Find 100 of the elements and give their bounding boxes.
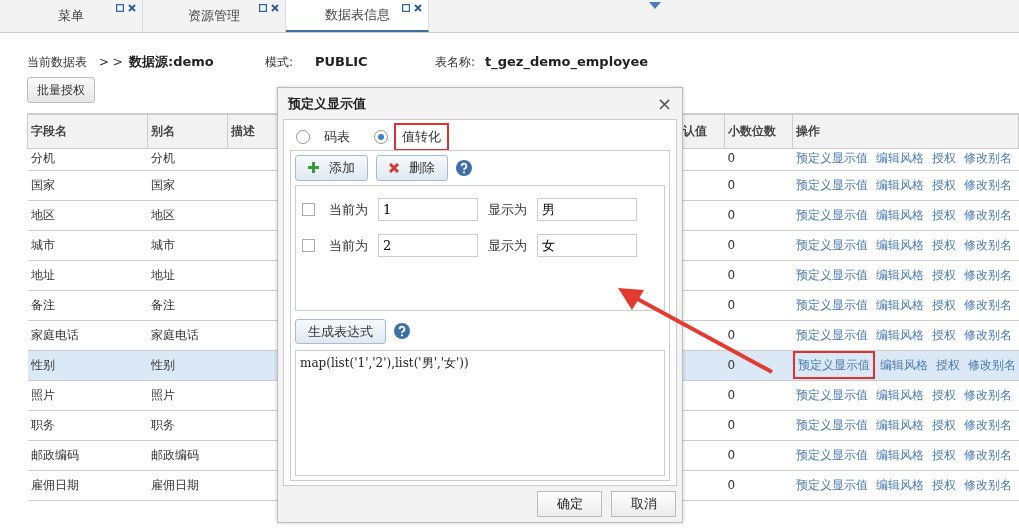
table-cell: 0 <box>724 290 793 320</box>
action-link[interactable]: 预定义显示值 <box>795 238 868 252</box>
table-cell: 国家 <box>147 170 228 200</box>
action-link[interactable]: 授权 <box>931 178 956 192</box>
action-link[interactable]: 预定义显示值 <box>795 150 868 165</box>
table-cell: 城市 <box>147 230 228 260</box>
maximize-icon[interactable] <box>116 4 124 12</box>
action-link[interactable]: 修改别名 <box>963 178 1012 192</box>
action-link[interactable]: 修改别名 <box>963 268 1012 282</box>
dialog-title: 预定义显示值 <box>288 94 366 113</box>
action-link[interactable]: 编辑风格 <box>875 298 924 312</box>
table-cell: 邮政编码 <box>27 440 148 470</box>
action-link[interactable]: 授权 <box>931 388 956 402</box>
input-field[interactable]: 2 <box>378 234 478 257</box>
close-button[interactable]: × <box>656 90 672 117</box>
label: 当前数据表 <box>27 54 88 71</box>
table-cell: 分机 <box>27 148 148 170</box>
action-link[interactable]: 授权 <box>931 298 956 312</box>
generate-expression-button[interactable]: 生成表达式 <box>295 318 386 344</box>
table-cell: 照片 <box>27 380 148 410</box>
action-link[interactable]: 授权 <box>931 418 956 432</box>
action-link[interactable]: 预定义显示值 <box>795 388 868 402</box>
radio-button[interactable] <box>296 130 310 144</box>
action-link[interactable]: 预定义显示值 <box>795 268 868 282</box>
table-cell: 家庭电话 <box>147 320 228 350</box>
action-link[interactable]: 授权 <box>931 208 956 222</box>
dropdown-icon[interactable] <box>649 2 661 10</box>
expression-field[interactable]: map(list('1','2'),list('男','女')) <box>295 350 665 476</box>
action-link[interactable]: 预定义显示值 <box>795 354 872 376</box>
table-name-value: t_gez_demo_employee <box>485 53 649 72</box>
action-link[interactable]: 修改别名 <box>967 358 1016 372</box>
action-link[interactable]: 预定义显示值 <box>795 478 868 492</box>
help-icon[interactable] <box>394 323 410 340</box>
plus-icon <box>308 162 319 174</box>
action-link[interactable]: 编辑风格 <box>875 150 924 165</box>
table-cell: 性别 <box>27 350 148 380</box>
checkbox[interactable] <box>302 203 315 216</box>
action-link[interactable]: 修改别名 <box>963 208 1012 222</box>
table-cell: 0 <box>724 148 793 170</box>
action-link[interactable]: 编辑风格 <box>875 388 924 402</box>
action-link[interactable]: 编辑风格 <box>879 358 928 372</box>
action-link[interactable]: 授权 <box>931 478 956 492</box>
action-link[interactable]: 编辑风格 <box>875 268 924 282</box>
close-icon[interactable] <box>414 4 422 12</box>
table-cell: 0 <box>724 260 793 290</box>
radio-button[interactable] <box>374 130 388 144</box>
input-field[interactable]: 1 <box>378 198 478 221</box>
action-link[interactable]: 预定义显示值 <box>795 328 868 342</box>
delete-button[interactable]: 删除 <box>376 155 448 181</box>
action-link[interactable]: 预定义显示值 <box>795 418 868 432</box>
dialog-button[interactable]: 取消 <box>611 491 676 517</box>
batch-authorize-button[interactable]: 批量授权 <box>27 77 95 103</box>
tab[interactable]: 数据表信息 <box>286 0 429 32</box>
action-link[interactable]: 编辑风格 <box>875 448 924 462</box>
table-cell: 性别 <box>147 350 228 380</box>
input-field[interactable]: 女 <box>537 234 637 257</box>
action-link[interactable]: 预定义显示值 <box>795 178 868 192</box>
table-cell: 地区 <box>27 200 148 230</box>
action-link[interactable]: 授权 <box>931 268 956 282</box>
action-link[interactable]: 修改别名 <box>963 418 1012 432</box>
add-button[interactable]: 添加 <box>295 155 368 181</box>
action-link[interactable]: 编辑风格 <box>875 418 924 432</box>
action-link[interactable]: 修改别名 <box>963 478 1012 492</box>
dialog-button[interactable]: 确定 <box>537 491 602 517</box>
table-cell: 备注 <box>147 290 228 320</box>
action-link[interactable]: 授权 <box>931 328 956 342</box>
close-icon[interactable] <box>271 4 279 12</box>
action-link[interactable]: 授权 <box>935 358 960 372</box>
checkbox[interactable] <box>302 239 315 252</box>
action-link[interactable]: 修改别名 <box>963 448 1012 462</box>
action-link[interactable]: 编辑风格 <box>875 178 924 192</box>
close-icon[interactable] <box>128 4 136 12</box>
action-link[interactable]: 编辑风格 <box>875 478 924 492</box>
action-link[interactable]: 修改别名 <box>963 150 1012 165</box>
action-link[interactable]: 授权 <box>931 448 956 462</box>
breadcrumb-separator: > > <box>99 54 124 71</box>
action-link[interactable]: 预定义显示值 <box>795 298 868 312</box>
maximize-icon[interactable] <box>402 4 410 12</box>
schema-value: PUBLIC <box>315 53 369 72</box>
action-link[interactable]: 修改别名 <box>963 298 1012 312</box>
action-link[interactable]: 编辑风格 <box>875 208 924 222</box>
tab[interactable]: 菜单 <box>0 0 143 32</box>
action-link[interactable]: 修改别名 <box>963 388 1012 402</box>
action-link[interactable]: 修改别名 <box>963 328 1012 342</box>
input-field[interactable]: 男 <box>537 198 637 221</box>
table-cell: 雇佣日期 <box>27 470 148 500</box>
action-link[interactable]: 预定义显示值 <box>795 208 868 222</box>
action-link[interactable]: 编辑风格 <box>875 328 924 342</box>
action-link[interactable]: 编辑风格 <box>875 238 924 252</box>
column-header: 字段名 <box>27 114 148 148</box>
action-link[interactable]: 预定义显示值 <box>795 448 868 462</box>
help-icon[interactable] <box>456 159 472 176</box>
column-header: 小数位数 <box>724 114 793 148</box>
action-link[interactable]: 授权 <box>931 150 956 165</box>
radio-label: 码表 <box>323 128 351 147</box>
maximize-icon[interactable] <box>259 4 267 12</box>
radio-label: 值转化 <box>396 125 447 149</box>
field-label: 当前为 <box>329 236 368 255</box>
action-link[interactable]: 授权 <box>931 238 956 252</box>
action-link[interactable]: 修改别名 <box>963 238 1012 252</box>
